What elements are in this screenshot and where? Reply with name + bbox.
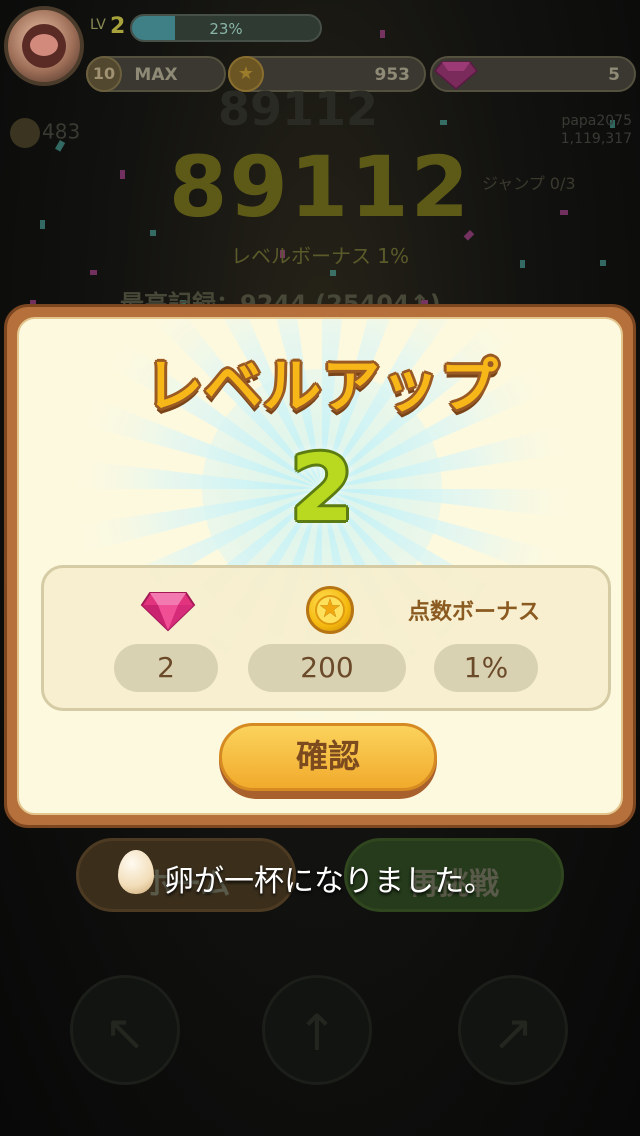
xp-progress-bar: 23% — [130, 14, 322, 42]
previous-score: 89112 — [218, 82, 379, 136]
level-up-title: レベルアップ — [144, 352, 499, 420]
gem-pill[interactable]: 5 — [430, 56, 636, 92]
hearts-pill[interactable]: 10 MAX — [86, 56, 226, 92]
jump-mission: ジャンプ 0/3 — [482, 174, 576, 193]
gem-count: 5 — [608, 65, 620, 85]
score-bonus-value: 1% — [434, 644, 538, 692]
pink-diamond-icon — [140, 592, 196, 632]
right-jump-control[interactable]: ↗ — [458, 975, 568, 1085]
player-avatar[interactable] — [4, 6, 84, 86]
confirm-button[interactable]: 確認 — [219, 723, 437, 799]
friend-name: papa2075 — [561, 113, 632, 129]
confirm-button-label: 確認 — [219, 723, 437, 791]
rewards-panel: ★ 点数ボーナス 2 200 1% — [41, 565, 611, 711]
score-bonus-label: 点数ボーナス — [408, 600, 541, 625]
coin-count: 953 — [374, 65, 411, 85]
avatar-face-icon — [22, 24, 66, 68]
xp-progress-text: 23% — [209, 20, 243, 38]
player-level: 2 — [110, 14, 126, 39]
gold-star-coin-icon: ★ — [306, 586, 354, 634]
coin-reward-value: 200 — [248, 644, 406, 692]
arrow-up-right-icon: ↗ — [492, 1004, 534, 1062]
arrow-up-icon: ↑ — [296, 1004, 338, 1062]
gem-reward-value: 2 — [114, 644, 218, 692]
level-up-dialog: レベルアップ 2 ★ 点数ボーナス 2 200 1% 確認 — [4, 304, 636, 828]
coin-star: ★ — [318, 594, 342, 624]
egg-icon — [118, 850, 154, 894]
level-label: LV — [90, 17, 106, 33]
toast-message: 卵が一杯になりました。 — [164, 864, 494, 899]
arrow-up-left-icon: ↖ — [104, 1004, 146, 1062]
gem-icon — [434, 61, 478, 90]
level-up-dialog-panel: レベルアップ 2 ★ 点数ボーナス 2 200 1% 確認 — [17, 317, 623, 815]
up-jump-control[interactable]: ↑ — [262, 975, 372, 1085]
level-bonus-text: レベルボーナス 1% — [230, 244, 410, 268]
new-level-number: 2 — [289, 435, 354, 542]
left-jump-control[interactable]: ↖ — [70, 975, 180, 1085]
hearts-max-label: MAX — [134, 65, 178, 85]
